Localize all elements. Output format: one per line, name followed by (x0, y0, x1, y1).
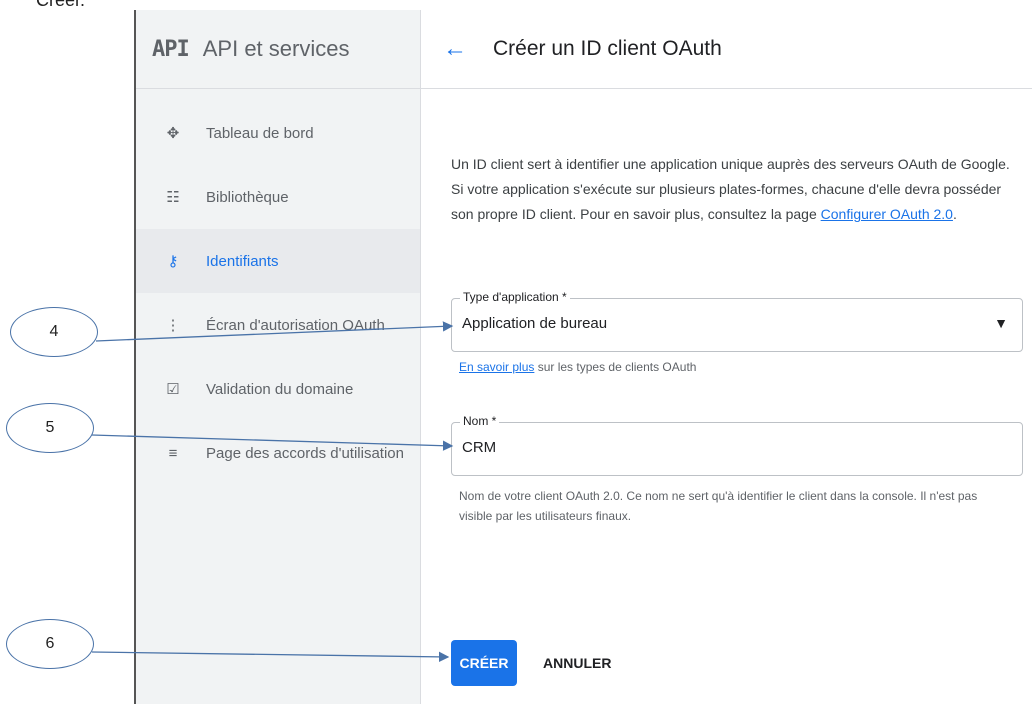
sidebar-item-label: Identifiants (206, 252, 279, 270)
sidebar-header: API API et services (136, 10, 420, 89)
sidebar-title: API et services (202, 36, 350, 61)
screenshot-frame: API API et services ✥ Tableau de bord ☷ … (134, 10, 1032, 704)
domain-verification-icon: ☑ (166, 381, 180, 398)
callout-5: 5 (6, 403, 94, 453)
cancel-button[interactable]: ANNULER (537, 640, 617, 686)
name-field[interactable]: Nom * CRM (451, 414, 1023, 476)
sidebar-item-dashboard[interactable]: ✥ Tableau de bord (136, 101, 420, 165)
app-type-help-text: sur les types de clients OAuth (534, 360, 697, 374)
sidebar-item-domain-verification[interactable]: ☑ Validation du domaine (136, 357, 420, 421)
sidebar-item-library[interactable]: ☷ Bibliothèque (136, 165, 420, 229)
sidebar-item-label: Validation du domaine (206, 380, 354, 398)
sidebar: API API et services ✥ Tableau de bord ☷ … (136, 10, 421, 704)
callout-6: 6 (6, 619, 94, 669)
name-label: Nom * (460, 414, 500, 428)
callout-4: 4 (10, 307, 98, 357)
library-icon: ☷ (166, 189, 180, 206)
page-header: ← Créer un ID client OAuth (421, 10, 1032, 89)
sidebar-nav: ✥ Tableau de bord ☷ Bibliothèque ⚷ Ident… (136, 89, 420, 485)
consent-screen-icon: ⋮ (165, 317, 181, 334)
intro-end: . (952, 206, 957, 222)
key-icon: ⚷ (167, 253, 179, 270)
back-arrow-icon[interactable]: ← (443, 35, 467, 63)
sidebar-item-label: Écran d'autorisation OAuth (206, 316, 385, 334)
agreements-icon: ≡ (168, 444, 178, 462)
dropdown-arrow-icon: ▼ (994, 315, 1008, 331)
app-type-select[interactable]: Type d'application * Application de bure… (451, 290, 1023, 352)
sidebar-item-label: Tableau de bord (206, 124, 314, 142)
app-type-help: En savoir plus sur les types de clients … (459, 360, 696, 374)
sidebar-item-credentials[interactable]: ⚷ Identifiants (136, 229, 420, 293)
name-help: Nom de votre client OAuth 2.0. Ce nom ne… (459, 489, 978, 523)
configure-oauth-link[interactable]: Configurer OAuth 2.0 (821, 206, 953, 222)
app-type-label: Type d'application * (460, 290, 570, 304)
page-title: Créer un ID client OAuth (493, 37, 722, 60)
api-logo: API (152, 36, 190, 62)
name-value: CRM (462, 439, 497, 456)
dashboard-icon: ✥ (166, 125, 180, 142)
intro-paragraph: Un ID client sert à identifier une appli… (451, 152, 1011, 227)
create-button[interactable]: CRÉER (451, 640, 517, 686)
app-type-value: Application de bureau (462, 315, 608, 332)
sidebar-item-label: Page des accords d'utilisation (206, 444, 404, 462)
main-content: ← Créer un ID client OAuth Un ID client … (421, 10, 1032, 704)
sidebar-item-label: Bibliothèque (206, 188, 289, 206)
caption-text: Créer. (36, 0, 86, 10)
learn-more-link[interactable]: En savoir plus (459, 360, 534, 374)
sidebar-item-agreements[interactable]: ≡ Page des accords d'utilisation (136, 421, 420, 485)
sidebar-item-consent-screen[interactable]: ⋮ Écran d'autorisation OAuth (136, 293, 420, 357)
